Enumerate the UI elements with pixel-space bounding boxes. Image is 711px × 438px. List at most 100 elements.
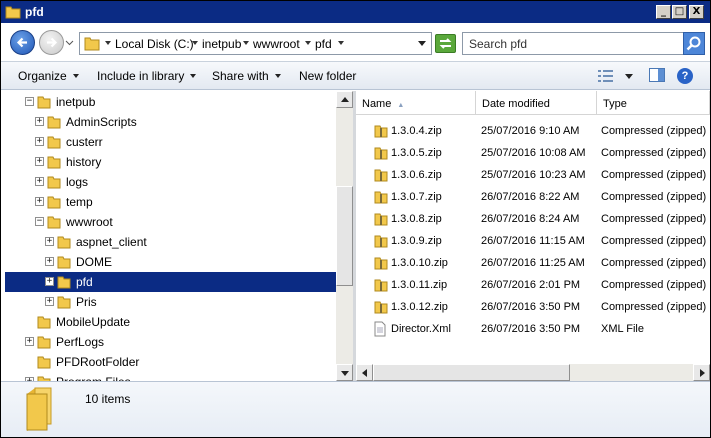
expand-toggle[interactable]: +: [45, 257, 54, 266]
expand-toggle[interactable]: +: [35, 157, 44, 166]
minimize-button[interactable]: _: [656, 5, 671, 19]
file-name: 1.3.0.8.zip: [391, 213, 442, 225]
file-name: 1.3.0.10.zip: [391, 257, 448, 269]
expand-toggle[interactable]: +: [45, 297, 54, 306]
tree-item-temp[interactable]: + temp: [5, 192, 336, 212]
file-date: 25/07/2016 10:23 AM: [481, 169, 586, 181]
horizontal-scrollbar[interactable]: [356, 364, 710, 381]
tree-item-inetpub[interactable]: − inetpub: [5, 92, 336, 112]
tree-item-label: DOME: [76, 255, 112, 269]
tree-item-perflogs[interactable]: + PerfLogs: [5, 332, 336, 352]
file-row[interactable]: 1.3.0.5.zip 25/07/2016 10:08 AM Compressed…: [356, 142, 710, 164]
navigation-bar: Local Disk (C:) inetpub wwwroot pfd Sear…: [1, 23, 710, 62]
folder-icon: [46, 134, 62, 153]
breadcrumb-separator[interactable]: [305, 41, 311, 45]
tree-item-history[interactable]: + history: [5, 152, 336, 172]
tree-item-aspnet-client[interactable]: + aspnet_client: [5, 232, 336, 252]
tree-item-logs[interactable]: + logs: [5, 172, 336, 192]
file-row[interactable]: 1.3.0.6.zip 25/07/2016 10:23 AM Compressed…: [356, 164, 710, 186]
file-row[interactable]: Director.Xml 26/07/2016 3:50 PM XML File: [356, 318, 710, 340]
forward-button[interactable]: [39, 30, 64, 55]
file-type: Compressed (zipped) F: [601, 169, 710, 181]
file-date: 26/07/2016 11:15 AM: [481, 235, 585, 247]
organize-button[interactable]: Organize: [18, 69, 79, 83]
include-in-library-button[interactable]: Include in library: [97, 69, 197, 83]
share-with-button[interactable]: Share with: [212, 69, 281, 83]
refresh-button[interactable]: [435, 34, 456, 53]
folder-icon: [36, 334, 52, 353]
tree-item-program-files[interactable]: +Program Files: [5, 372, 336, 381]
breadcrumb-separator[interactable]: [243, 41, 249, 45]
column-header-date[interactable]: Date modified: [476, 91, 597, 115]
file-row[interactable]: 1.3.0.9.zip 26/07/2016 11:15 AM Compressed…: [356, 230, 710, 252]
file-date: 26/07/2016 3:50 PM: [481, 301, 581, 313]
nav-scroll-thumb[interactable]: [336, 186, 353, 286]
tree-item-dome[interactable]: + DOME: [5, 252, 336, 272]
title-bar[interactable]: pfd _ □ X: [1, 1, 710, 23]
file-type: Compressed (zipped) F: [601, 301, 710, 313]
search-input[interactable]: Search pfd: [469, 37, 527, 51]
scroll-up-button[interactable]: [336, 91, 353, 108]
expand-toggle[interactable]: +: [35, 197, 44, 206]
expand-toggle[interactable]: −: [35, 217, 44, 226]
zip-folder-icon: [373, 123, 389, 142]
search-box[interactable]: Search pfd: [462, 32, 705, 55]
tree-item-pris[interactable]: + Pris: [5, 292, 336, 312]
column-header-type[interactable]: Type: [597, 91, 710, 115]
file-row[interactable]: 1.3.0.4.zip 25/07/2016 9:10 AM Compressed …: [356, 120, 710, 142]
file-row[interactable]: 1.3.0.8.zip 26/07/2016 8:24 AM Compressed …: [356, 208, 710, 230]
tree-item-mobileupdate[interactable]: MobileUpdate: [5, 312, 336, 332]
scroll-left-button[interactable]: [356, 364, 373, 381]
tree-item-adminscripts[interactable]: + AdminScripts: [5, 112, 336, 132]
scroll-right-button[interactable]: [693, 364, 710, 381]
new-folder-button[interactable]: New folder: [299, 69, 356, 83]
tree-item-label: logs: [66, 175, 89, 189]
file-row[interactable]: 1.3.0.7.zip 26/07/2016 8:22 AM Compressed …: [356, 186, 710, 208]
tree-item-label: custerr: [66, 135, 103, 149]
column-header-name[interactable]: Name ▲: [356, 91, 476, 115]
tree-item-label: aspnet_client: [76, 235, 147, 249]
file-row[interactable]: 1.3.0.11.zip 26/07/2016 2:01 PM Compressed…: [356, 274, 710, 296]
zip-folder-icon: [373, 167, 389, 186]
expand-toggle[interactable]: +: [35, 117, 44, 126]
nav-scrollbar[interactable]: [336, 91, 353, 381]
expand-toggle[interactable]: +: [35, 137, 44, 146]
back-button[interactable]: [10, 30, 35, 55]
file-row[interactable]: 1.3.0.10.zip 26/07/2016 11:25 AM Compresse…: [356, 252, 710, 274]
file-row[interactable]: 1.3.0.12.zip 26/07/2016 3:50 PM Compressed…: [356, 296, 710, 318]
breadcrumb-inetpub[interactable]: inetpub: [202, 37, 241, 51]
breadcrumb-local-disk[interactable]: Local Disk (C:): [115, 37, 194, 51]
expand-toggle[interactable]: +: [45, 277, 54, 286]
breadcrumb-wwwroot[interactable]: wwwroot: [253, 37, 300, 51]
change-view-dropdown[interactable]: [625, 74, 633, 79]
tree-item-pfdrootfolder[interactable]: PFDRootFolder: [5, 352, 336, 372]
close-button[interactable]: X: [689, 5, 704, 19]
file-date: 25/07/2016 9:10 AM: [481, 125, 580, 137]
breadcrumb-separator[interactable]: [105, 41, 111, 45]
breadcrumb-separator[interactable]: [192, 41, 198, 45]
folder-icon: [56, 274, 72, 293]
preview-pane-button[interactable]: [649, 68, 665, 82]
tree-item-custerr[interactable]: + custerr: [5, 132, 336, 152]
address-history-dropdown[interactable]: [418, 41, 426, 46]
help-button[interactable]: ?: [677, 68, 693, 84]
address-bar[interactable]: Local Disk (C:) inetpub wwwroot pfd: [79, 32, 432, 55]
folder-icon: [46, 114, 62, 133]
expand-toggle[interactable]: +: [45, 237, 54, 246]
tree-item-pfd[interactable]: + pfd: [5, 272, 336, 292]
expand-toggle[interactable]: −: [25, 97, 34, 106]
details-view-icon[interactable]: [598, 69, 614, 83]
chevron-down-icon[interactable]: [65, 38, 74, 47]
scroll-down-button[interactable]: [336, 364, 353, 381]
file-list[interactable]: Name ▲ Date modified Type 1.3.0.4.zip 25/0…: [356, 91, 710, 381]
expand-toggle[interactable]: +: [35, 177, 44, 186]
breadcrumb-separator[interactable]: [338, 41, 344, 45]
breadcrumb-pfd[interactable]: pfd: [315, 37, 332, 51]
file-date: 26/07/2016 3:50 PM: [481, 323, 581, 335]
maximize-button[interactable]: □: [672, 5, 687, 19]
horizontal-scroll-thumb[interactable]: [373, 364, 570, 381]
navigation-pane[interactable]: − inetpub + AdminScripts + custerr + history + lo…: [5, 91, 336, 381]
tree-item-wwwroot[interactable]: − wwwroot: [5, 212, 336, 232]
search-button[interactable]: [683, 32, 705, 55]
expand-toggle[interactable]: +: [25, 337, 34, 346]
